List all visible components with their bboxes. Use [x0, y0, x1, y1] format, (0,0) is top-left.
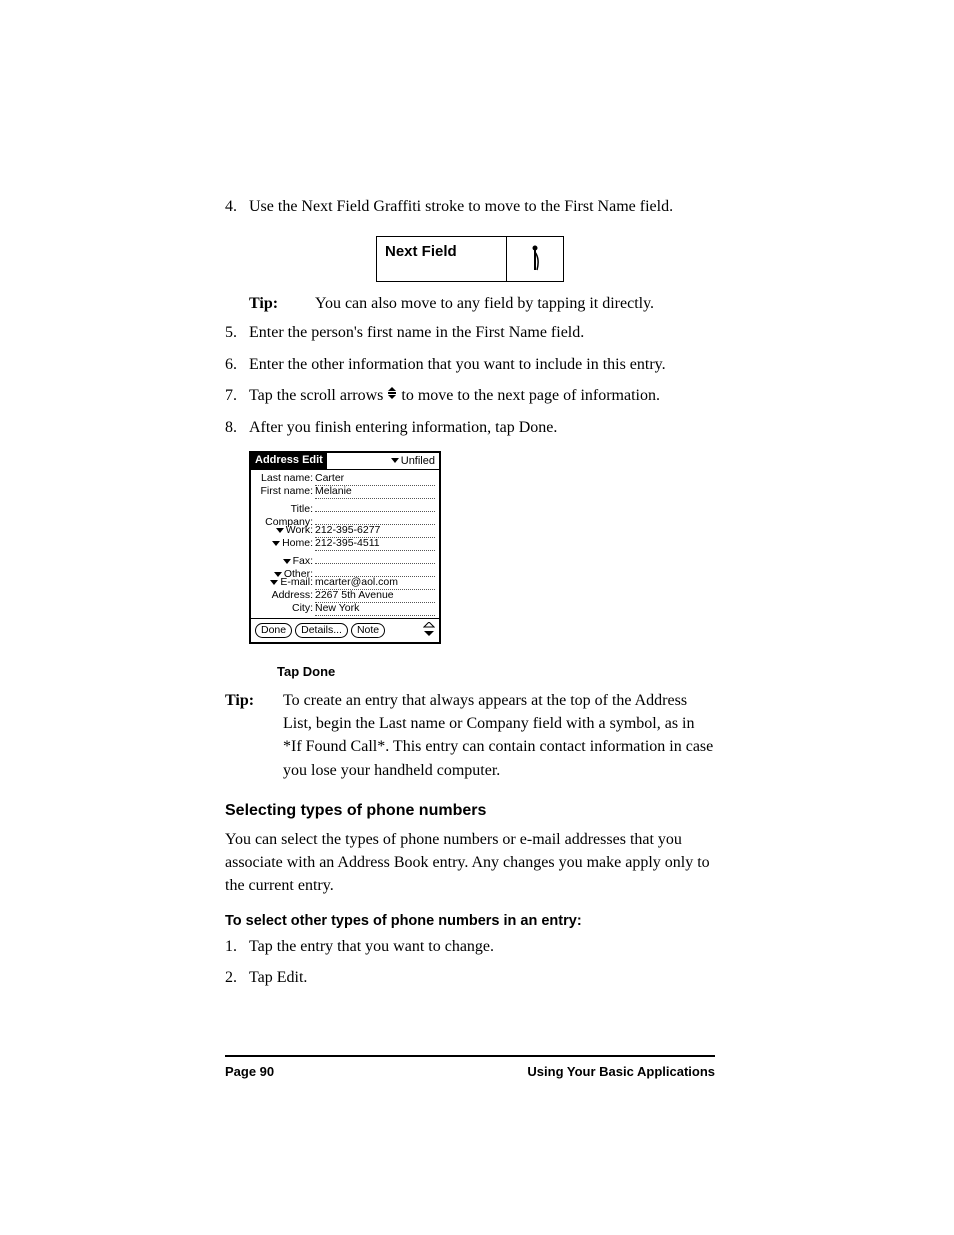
step-number: 1. — [225, 935, 249, 958]
details-button[interactable]: Details... — [295, 623, 348, 638]
field-value[interactable]: New York — [315, 603, 435, 616]
field-value[interactable] — [315, 564, 435, 577]
tip-text: You can also move to any field by tappin… — [315, 292, 715, 315]
note-button[interactable]: Note — [351, 623, 385, 638]
step-6: 6. Enter the other information that you … — [225, 353, 715, 376]
field-value[interactable]: 212-395-4511 — [315, 538, 435, 551]
field-label: City: — [255, 603, 315, 615]
field-value[interactable] — [315, 512, 435, 525]
scroll-arrows-icon[interactable] — [423, 622, 435, 639]
step2-2: 2. Tap Edit. — [225, 966, 715, 989]
row-email: E-mail: mcarter@aol.com — [255, 577, 435, 590]
step-4: 4. Use the Next Field Graffiti stroke to… — [225, 195, 715, 218]
step-text: Tap the scroll arrows to move to the nex… — [249, 384, 715, 408]
dropdown-icon — [283, 559, 291, 564]
graffiti-stroke-icon — [526, 244, 544, 274]
procedure-heading: To select other types of phone numbers i… — [225, 913, 715, 929]
palm-header: Address Edit Unfiled — [251, 453, 439, 470]
row-work: Work: 212-395-6277 — [255, 525, 435, 538]
row-title: Title: — [255, 499, 435, 512]
field-value[interactable] — [315, 499, 435, 512]
dropdown-icon — [391, 458, 399, 463]
next-field-diagram: Next Field — [376, 236, 564, 282]
step-text: Tap the entry that you want to change. — [249, 935, 715, 958]
step-text: Enter the other information that you wan… — [249, 353, 715, 376]
dropdown-icon — [276, 528, 284, 533]
row-firstname: First name: Melanie — [255, 486, 435, 499]
dropdown-icon — [272, 541, 280, 546]
tip-label: Tip: — [249, 292, 315, 315]
section-heading: Selecting types of phone numbers — [225, 802, 715, 820]
step-number: 4. — [225, 195, 249, 218]
footer-chapter-title: Using Your Basic Applications — [527, 1064, 715, 1079]
next-field-glyph-cell — [507, 237, 563, 281]
field-label: First name: — [255, 486, 315, 498]
instruction-list-2: 1. Tap the entry that you want to change… — [225, 935, 715, 989]
row-fax: Fax: — [255, 551, 435, 564]
field-label: Last name: — [255, 473, 315, 485]
dropdown-icon — [270, 580, 278, 585]
document-page: 4. Use the Next Field Graffiti stroke to… — [0, 0, 954, 1235]
tip-label: Tip: — [225, 689, 283, 782]
category-selector[interactable]: Unfiled — [387, 453, 439, 469]
row-lastname: Last name: Carter — [255, 473, 435, 486]
step-number: 2. — [225, 966, 249, 989]
tap-done-caption: Tap Done — [277, 664, 715, 679]
next-field-label: Next Field — [377, 237, 507, 281]
instruction-list: 4. Use the Next Field Graffiti stroke to… — [225, 195, 715, 218]
step-number: 7. — [225, 384, 249, 408]
step-8: 8. After you finish entering information… — [225, 416, 715, 439]
row-home: Home: 212-395-4511 — [255, 538, 435, 551]
row-address: Address: 2267 5th Avenue — [255, 590, 435, 603]
field-label: Title: — [255, 504, 315, 516]
tip-text: To create an entry that always appears a… — [283, 689, 715, 782]
row-city: City: New York — [255, 603, 435, 616]
step-text: Enter the person's first name in the Fir… — [249, 321, 715, 344]
step-number: 5. — [225, 321, 249, 344]
field-value[interactable] — [315, 551, 435, 564]
step-7: 7. Tap the scroll arrows to move to the … — [225, 384, 715, 408]
step-7-post: to move to the next page of information. — [401, 387, 660, 404]
category-label: Unfiled — [401, 455, 435, 467]
address-edit-screen: Address Edit Unfiled Last name: Carter F… — [249, 451, 441, 644]
tip-2: Tip: To create an entry that always appe… — [225, 689, 715, 782]
page-footer: Page 90 Using Your Basic Applications — [225, 1064, 715, 1079]
field-value[interactable]: 2267 5th Avenue — [315, 590, 435, 603]
step-5: 5. Enter the person's first name in the … — [225, 321, 715, 344]
field-value[interactable]: Carter — [315, 473, 435, 486]
step-number: 6. — [225, 353, 249, 376]
footer-rule — [225, 1055, 715, 1057]
scroll-arrows-icon — [387, 384, 397, 407]
content-area: 4. Use the Next Field Graffiti stroke to… — [225, 195, 715, 990]
field-label[interactable]: E-mail: — [255, 577, 315, 589]
footer-page-number: Page 90 — [225, 1064, 274, 1079]
field-value[interactable]: Melanie — [315, 486, 435, 499]
screen-title: Address Edit — [251, 453, 327, 469]
field-label[interactable]: Work: — [255, 525, 315, 537]
palm-screenshot: Address Edit Unfiled Last name: Carter F… — [249, 451, 715, 679]
step-text: Tap Edit. — [249, 966, 715, 989]
step-7-pre: Tap the scroll arrows — [249, 387, 387, 404]
step-text: Use the Next Field Graffiti stroke to mo… — [249, 195, 715, 218]
step2-1: 1. Tap the entry that you want to change… — [225, 935, 715, 958]
done-button[interactable]: Done — [255, 623, 292, 638]
section-paragraph: You can select the types of phone number… — [225, 828, 715, 898]
field-label[interactable]: Home: — [255, 538, 315, 550]
step-text: After you finish entering information, t… — [249, 416, 715, 439]
instruction-list-cont: 5. Enter the person's first name in the … — [225, 321, 715, 438]
palm-footer: Done Details... Note — [251, 618, 439, 642]
palm-body: Last name: Carter First name: Melanie Ti… — [251, 470, 439, 618]
step-number: 8. — [225, 416, 249, 439]
field-label[interactable]: Fax: — [255, 556, 315, 568]
tip-1: Tip: You can also move to any field by t… — [249, 292, 715, 315]
field-label: Address: — [255, 590, 315, 602]
